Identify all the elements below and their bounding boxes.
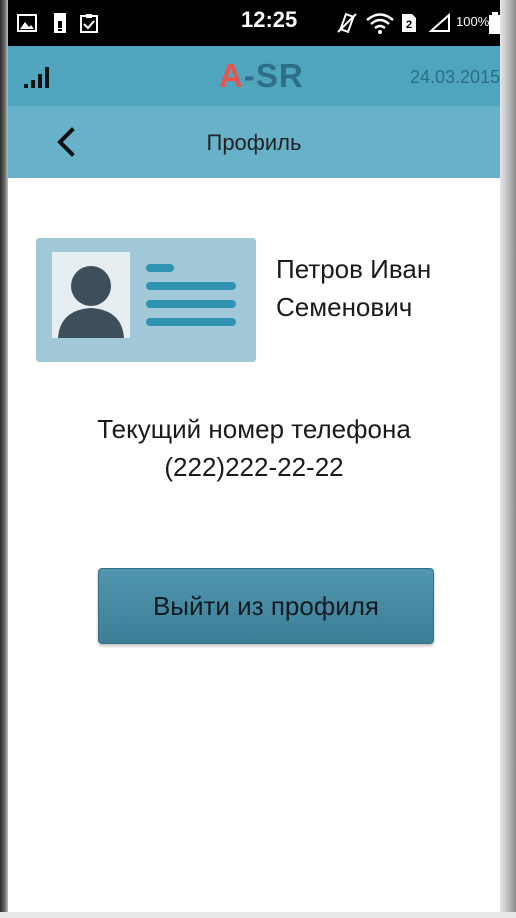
header-date: 24.03.2015 [410,67,501,87]
nav-bar: Профиль [8,106,500,178]
device-frame-right [500,0,516,918]
app-logo-sr: -SR [243,57,304,94]
signal-bars-icon [24,62,56,90]
wifi-icon [364,9,396,37]
app-header: A-SR 24.03.2015 [8,46,500,106]
card-lines-icon [146,264,236,326]
clipboard-check-icon [78,9,100,37]
battery-percent: 100% [456,14,490,29]
avatar [52,252,130,338]
signal-triangle-icon [428,9,452,37]
user-name-line1: Петров Иван [276,254,432,284]
app-logo: A-SR [219,58,304,94]
device-frame-bottom [0,912,516,918]
phone-label: Текущий номер телефона [97,414,411,444]
logout-button[interactable]: Выйти из профиля [98,568,434,644]
app-screen: 12:25 2 100% A-SR 24.03.2015 Профиль Пет… [0,0,516,918]
sim-card-icon [52,9,68,37]
status-bar: 12:25 2 100% [8,0,501,46]
device-frame-left [0,0,8,918]
status-time: 12:25 [241,7,298,32]
app-logo-a: A [219,57,244,94]
page-title: Профиль [206,130,302,155]
phone-value: (222)222-22-22 [164,452,344,482]
user-name-line2: Семенович [276,292,413,322]
user-full-name: Петров Иван Семенович [276,250,431,326]
image-icon [16,9,38,37]
svg-text:2: 2 [406,19,412,31]
vibrate-off-icon [334,9,360,37]
sim-slot-icon: 2 [400,9,418,37]
id-card-icon [36,238,256,362]
